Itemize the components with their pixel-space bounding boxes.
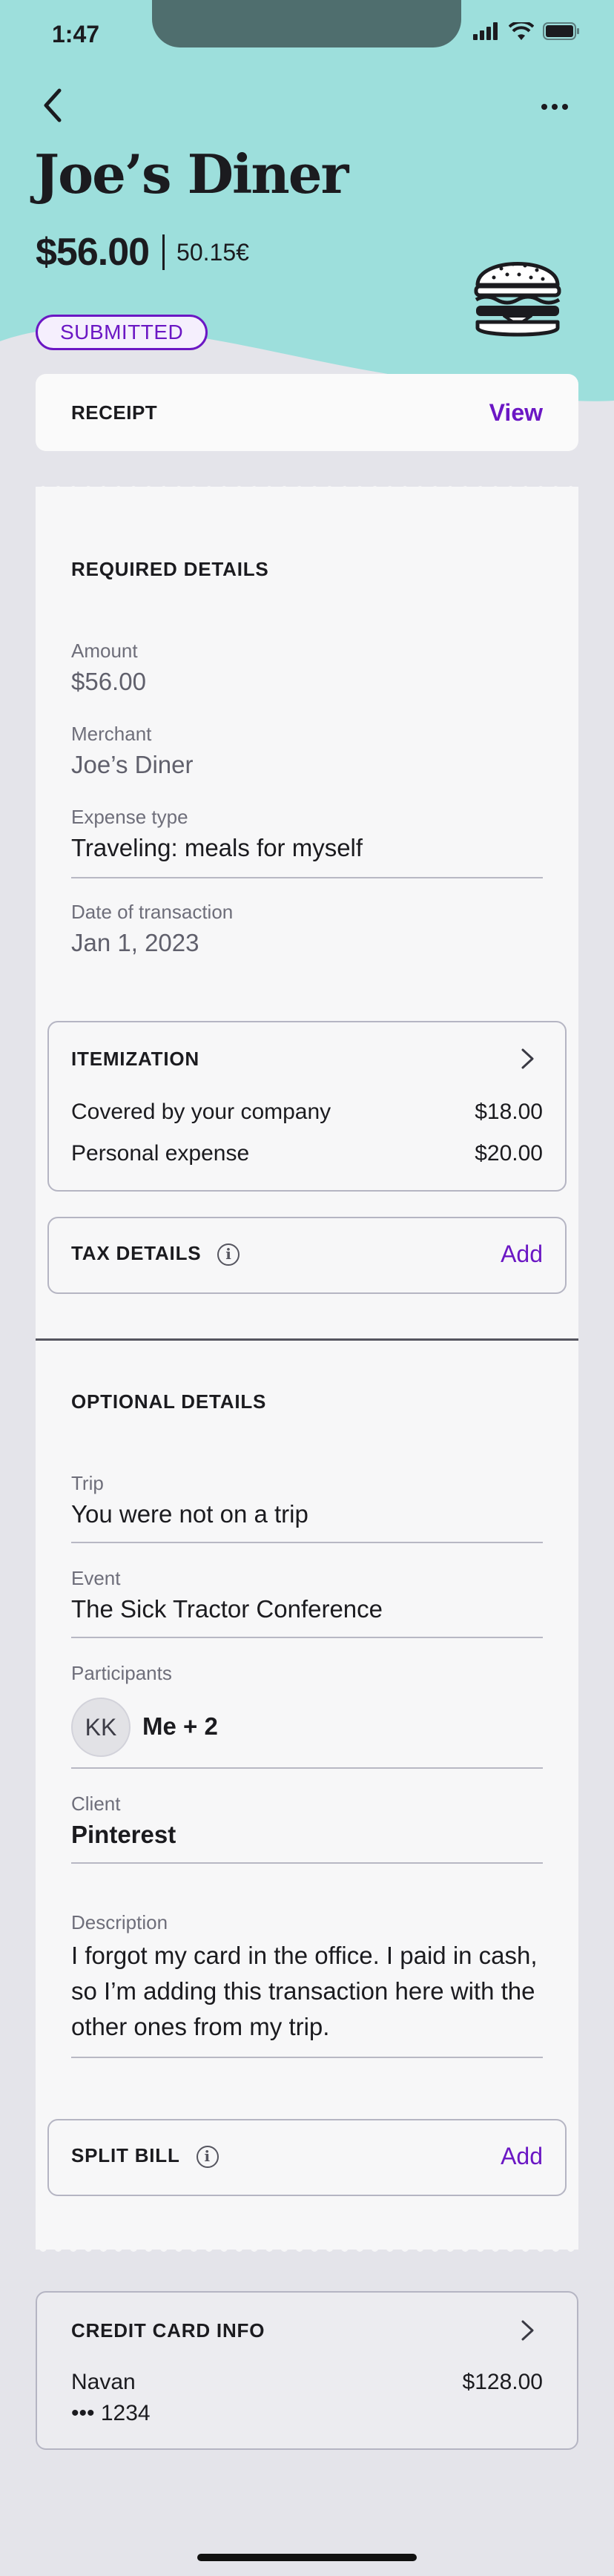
itemization-row-label: Covered by your company bbox=[71, 1100, 331, 1124]
trip-underline bbox=[71, 1542, 543, 1543]
itemization-title: ITEMIZATION bbox=[71, 1048, 199, 1070]
wifi-icon bbox=[509, 22, 534, 40]
chevron-right-icon[interactable] bbox=[519, 2318, 537, 2343]
itemization-row-value: $18.00 bbox=[475, 1100, 543, 1124]
description-underline bbox=[71, 2057, 543, 2058]
receipt-card: RECEIPT View bbox=[36, 374, 578, 451]
itemization-row-label: Personal expense bbox=[71, 1141, 250, 1166]
home-indicator bbox=[197, 2554, 417, 2561]
required-details-title: REQUIRED DETAILS bbox=[71, 558, 269, 580]
card-number: ••• 1234 bbox=[71, 2401, 151, 2425]
add-split-bill-button[interactable]: Add bbox=[501, 2143, 543, 2170]
status-time: 1:47 bbox=[52, 21, 100, 47]
back-icon[interactable] bbox=[36, 83, 73, 128]
expense-type-label: Expense type bbox=[71, 806, 188, 828]
status-icons bbox=[473, 22, 580, 40]
trip-field[interactable]: You were not on a trip bbox=[71, 1500, 308, 1528]
merchant-value: Joe’s Diner bbox=[71, 751, 194, 778]
receipt-label: RECEIPT bbox=[71, 401, 158, 424]
description-field[interactable]: I forgot my card in the office. I paid i… bbox=[71, 1938, 546, 2045]
battery-icon bbox=[543, 22, 579, 40]
expense-type-field[interactable]: Traveling: meals for myself bbox=[71, 834, 363, 862]
burger-icon bbox=[474, 262, 561, 337]
split-bill-label: SPLIT BILL bbox=[71, 2144, 180, 2166]
header-wave bbox=[0, 326, 614, 415]
info-icon[interactable]: i bbox=[217, 1243, 240, 1266]
split-bill-title: SPLIT BILL i bbox=[71, 2144, 219, 2169]
view-receipt-button[interactable]: View bbox=[489, 399, 543, 427]
avatar: KK bbox=[71, 1698, 131, 1757]
merchant-label: Merchant bbox=[71, 723, 152, 745]
client-label: Client bbox=[71, 1793, 121, 1815]
trip-label: Trip bbox=[71, 1472, 104, 1494]
event-label: Event bbox=[71, 1567, 121, 1589]
date-value: Jan 1, 2023 bbox=[71, 929, 199, 956]
tax-details-title: TAX DETAILS i bbox=[71, 1242, 240, 1266]
paper-bottom-edge bbox=[36, 2247, 578, 2252]
participants-underline bbox=[71, 1767, 543, 1769]
amount-converted: 50.15€ bbox=[176, 238, 249, 266]
info-icon[interactable]: i bbox=[196, 2146, 219, 2169]
device-notch bbox=[152, 0, 461, 47]
tax-details-label: TAX DETAILS bbox=[71, 1242, 202, 1264]
card-amount: $128.00 bbox=[462, 2370, 543, 2394]
description-label: Description bbox=[71, 1911, 168, 1933]
date-label: Date of transaction bbox=[71, 901, 234, 923]
signal-icon bbox=[473, 22, 498, 40]
event-underline bbox=[71, 1637, 543, 1638]
amount-separator bbox=[162, 234, 165, 270]
header bbox=[0, 0, 614, 415]
client-field[interactable]: Pinterest bbox=[71, 1821, 176, 1849]
amount-total: $56.00 bbox=[36, 231, 150, 274]
expense-type-underline bbox=[71, 877, 543, 878]
participants-label: Participants bbox=[71, 1662, 172, 1684]
event-field[interactable]: The Sick Tractor Conference bbox=[71, 1595, 383, 1623]
credit-card-info-title: CREDIT CARD INFO bbox=[71, 2319, 265, 2342]
add-tax-details-button[interactable]: Add bbox=[501, 1241, 543, 1268]
chevron-right-icon[interactable] bbox=[519, 1046, 537, 1071]
amount-row: $56.00 50.15€ bbox=[36, 230, 249, 275]
section-divider bbox=[36, 1338, 578, 1341]
client-underline bbox=[71, 1862, 543, 1864]
card-name: Navan bbox=[71, 2370, 136, 2394]
page-title: Joe’s Diner bbox=[34, 142, 349, 206]
status-badge: SUBMITTED bbox=[36, 315, 208, 350]
itemization-row-value: $20.00 bbox=[475, 1141, 543, 1166]
optional-details-title: OPTIONAL DETAILS bbox=[71, 1390, 267, 1413]
participants-field[interactable]: Me + 2 bbox=[142, 1712, 218, 1741]
amount-value: $56.00 bbox=[71, 668, 146, 695]
more-icon[interactable] bbox=[535, 92, 574, 122]
amount-label: Amount bbox=[71, 640, 138, 662]
